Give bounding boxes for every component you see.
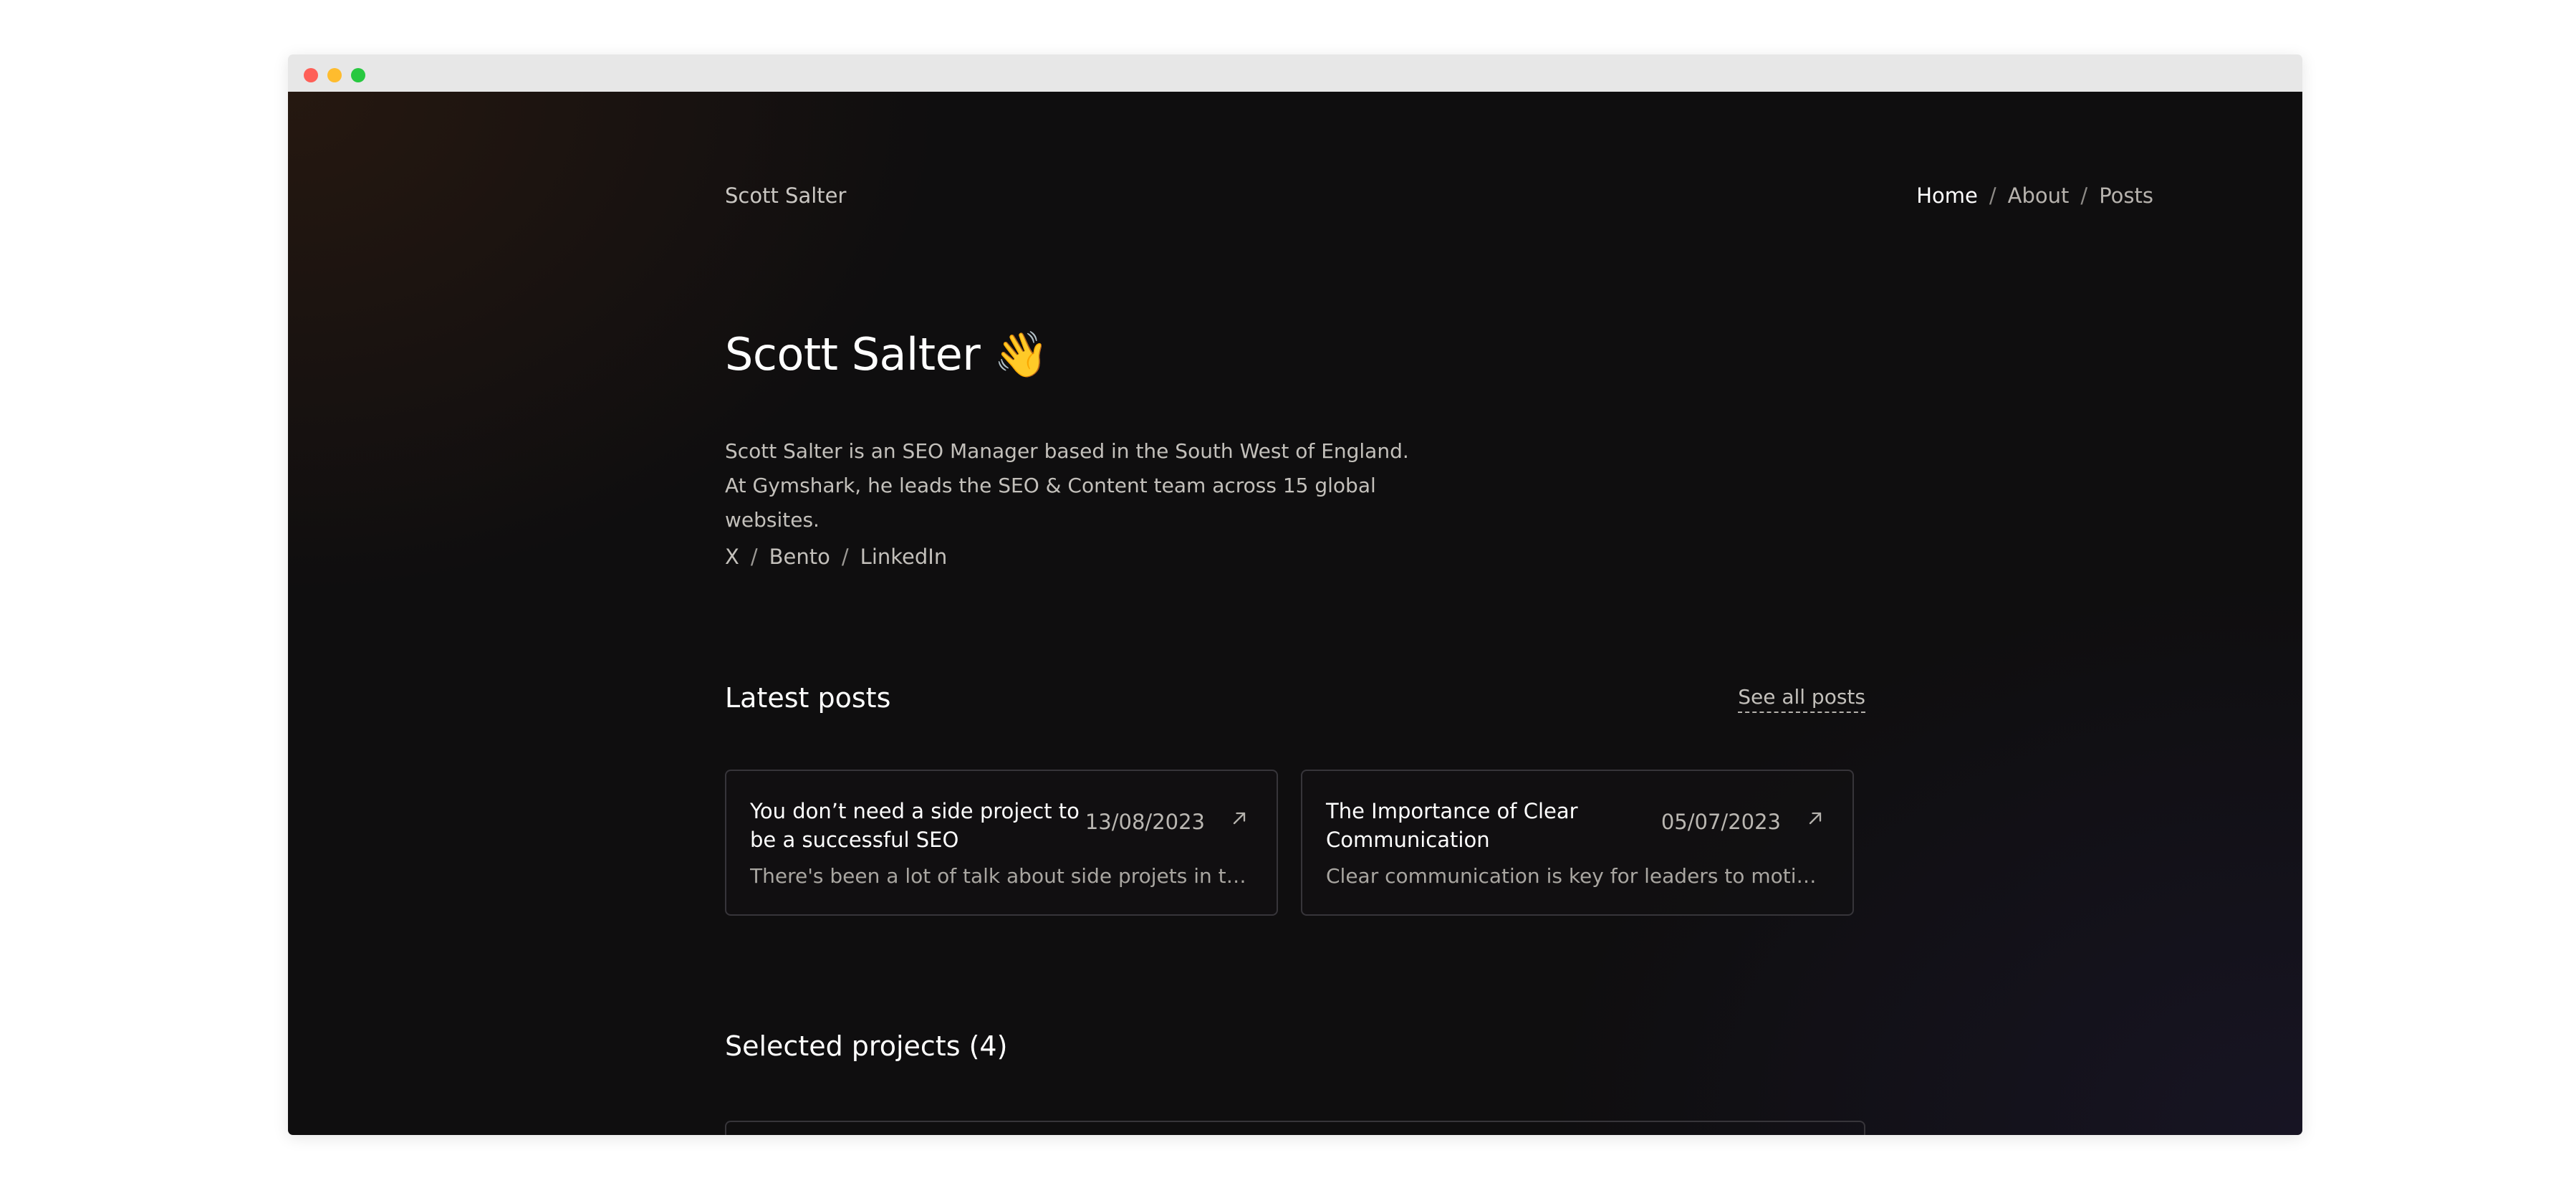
- social-separator: /: [750, 545, 758, 569]
- arrow-up-right-icon: [1233, 812, 1246, 825]
- post-date: 05/07/2023: [1661, 810, 1781, 834]
- close-window-button[interactable]: [304, 68, 318, 82]
- project-card[interactable]: [725, 1121, 1865, 1135]
- nav-about-link[interactable]: About: [2008, 183, 2070, 208]
- browser-titlebar: [288, 54, 2302, 92]
- arrow-up-right-icon: [1809, 812, 1822, 825]
- post-title: The Importance of Clear Communication: [1326, 799, 1578, 852]
- social-link-linkedin[interactable]: LinkedIn: [860, 545, 948, 569]
- nav-separator: /: [1989, 183, 1996, 208]
- top-nav: Home / About / Posts: [1640, 183, 2153, 208]
- browser-window: Scott Salter Home / About / Posts Scott …: [288, 54, 2302, 1135]
- maximize-window-button[interactable]: [351, 68, 365, 82]
- bio-text: Scott Salter is an SEO Manager based in …: [725, 439, 1409, 532]
- post-excerpt: Clear communication is key for leaders t…: [1326, 864, 1827, 888]
- post-card[interactable]: The Importance of Clear Communication 05…: [1301, 770, 1854, 916]
- latest-posts-heading: Latest posts: [725, 682, 891, 714]
- site-name-link[interactable]: Scott Salter: [725, 183, 846, 208]
- post-excerpt: There's been a lot of talk about side pr…: [750, 864, 1251, 888]
- nav-separator: /: [2080, 183, 2088, 208]
- social-link-bento[interactable]: Bento: [769, 545, 830, 569]
- page-viewport: Scott Salter Home / About / Posts Scott …: [288, 92, 2302, 1135]
- post-date: 13/08/2023: [1085, 810, 1205, 834]
- see-all-posts-link[interactable]: See all posts: [1738, 685, 1865, 713]
- post-card[interactable]: You don’t need a side project to be a su…: [725, 770, 1278, 916]
- minimize-window-button[interactable]: [327, 68, 342, 82]
- page-title: Scott Salter 👋: [725, 328, 1049, 380]
- selected-projects-heading: Selected projects (4): [725, 1030, 1008, 1062]
- social-links: X / Bento / LinkedIn: [725, 545, 947, 569]
- post-title: You don’t need a side project to be a su…: [750, 799, 1080, 852]
- nav-posts-link[interactable]: Posts: [2099, 183, 2153, 208]
- social-separator: /: [841, 545, 849, 569]
- nav-home-link[interactable]: Home: [1916, 183, 1978, 208]
- social-link-x[interactable]: X: [725, 545, 739, 569]
